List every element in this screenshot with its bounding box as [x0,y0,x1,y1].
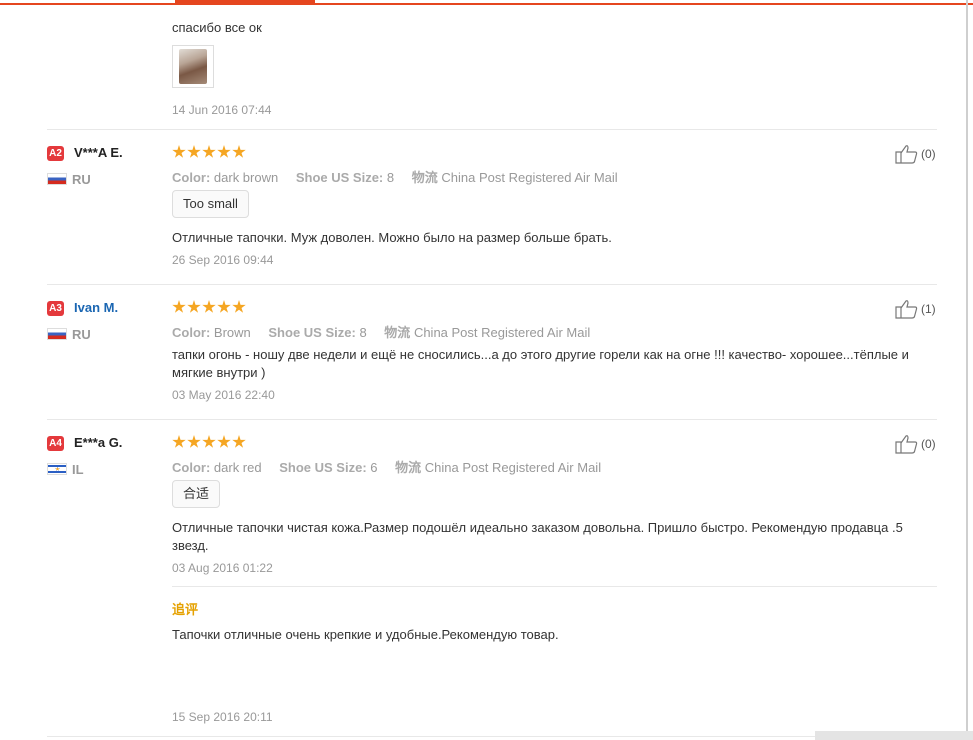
russia-flag-icon [47,328,67,340]
review-date: 03 Aug 2016 01:22 [172,561,273,575]
shipping-value: China Post Registered Air Mail [441,170,618,185]
star-icon [172,435,186,448]
review-divider [47,736,815,737]
shipping-value: China Post Registered Air Mail [413,325,591,340]
star-icon [202,435,216,448]
size-label: Shoe US Size: [268,325,356,340]
star-icon [187,145,201,158]
reviewer-country: RU [72,327,91,342]
order-attributes: Color: dark red Shoe US Size: 6 物流 China… [172,457,615,476]
review-divider [47,129,937,130]
size-value: 6 [370,460,378,475]
review-tag: Too small [172,190,249,218]
color-label: Color: [172,325,211,340]
followup-date: 15 Sep 2016 20:11 [172,710,273,724]
star-icon [217,145,231,158]
review-text: тапки огонь - ношу две недели и ещё не с… [172,347,909,362]
review-text: спасибо все ок [172,20,262,35]
star-rating [172,435,246,449]
star-icon [217,435,231,448]
review-text-continued: звезд. [172,538,209,553]
color-label: Color: [172,170,211,185]
followup-text: Тапочки отличные очень крепкие и удобные… [172,627,559,642]
russia-flag-icon [47,173,67,185]
color-value: dark brown [213,170,279,185]
star-icon [202,145,216,158]
star-icon [202,300,216,313]
color-value: dark red [213,460,262,475]
star-icon [172,300,186,313]
size-value: 8 [359,325,367,340]
star-rating [172,300,246,314]
size-label: Shoe US Size: [295,170,384,185]
scrollbar-track[interactable] [966,0,968,740]
color-label: Color: [172,460,211,475]
buyer-level-badge: A2 [47,146,64,161]
thumbs-up-icon [895,145,918,164]
shipping-label: 物流 [395,460,422,475]
shipping-label: 物流 [411,170,438,185]
buyer-level-badge: A4 [47,436,64,451]
helpful-button[interactable]: (0) [895,144,936,164]
helpful-button[interactable]: (1) [895,299,936,319]
reviewer-name[interactable]: Ivan M. [74,300,118,315]
size-value: 8 [386,170,395,185]
review-date: 26 Sep 2016 09:44 [172,253,274,267]
order-attributes: Color: Brown Shoe US Size: 8 物流 China Po… [172,322,604,341]
star-icon [232,435,246,448]
helpful-count: (0) [921,437,936,451]
top-accent-line [0,3,973,5]
thumbs-up-icon [895,300,918,319]
reviewer-country: RU [72,172,91,187]
active-tab-indicator [175,0,315,5]
size-label: Shoe US Size: [279,460,367,475]
helpful-button[interactable]: (0) [895,434,936,454]
star-icon [187,300,201,313]
star-icon [217,300,231,313]
review-text: Отличные тапочки. Муж доволен. Можно был… [172,230,612,245]
star-icon [232,300,246,313]
followup-label: 追评 [172,602,199,617]
star-icon [187,435,201,448]
reviewer-name: E***a G. [74,435,123,450]
followup-divider [172,586,937,587]
israel-flag-icon [47,463,67,475]
review-photo-thumbnail[interactable] [172,45,214,88]
reviewer-name: V***A E. [74,145,123,160]
order-attributes: Color: dark brown Shoe US Size: 8 物流 Chi… [172,167,632,186]
color-value: Brown [213,325,251,340]
helpful-count: (1) [921,302,936,316]
review-text: Отличные тапочки чистая кожа.Размер подо… [172,520,903,535]
review-tag: 合适 [172,480,221,508]
review-divider [47,284,937,285]
review-text-continued: мягкие внутри ) [172,365,266,380]
review-date: 14 Jun 2016 07:44 [172,103,272,117]
reviewer-country: IL [72,462,84,477]
review-date: 03 May 2016 22:40 [172,388,275,402]
buyer-level-badge: A3 [47,301,64,316]
shipping-label: 物流 [384,325,411,340]
helpful-count: (0) [921,147,936,161]
star-icon [172,145,186,158]
thumbs-up-icon [895,435,918,454]
review-divider [47,419,937,420]
bottom-corner-panel [815,731,973,740]
star-rating [172,145,246,159]
star-icon [232,145,246,158]
shipping-value: China Post Registered Air Mail [424,460,602,475]
